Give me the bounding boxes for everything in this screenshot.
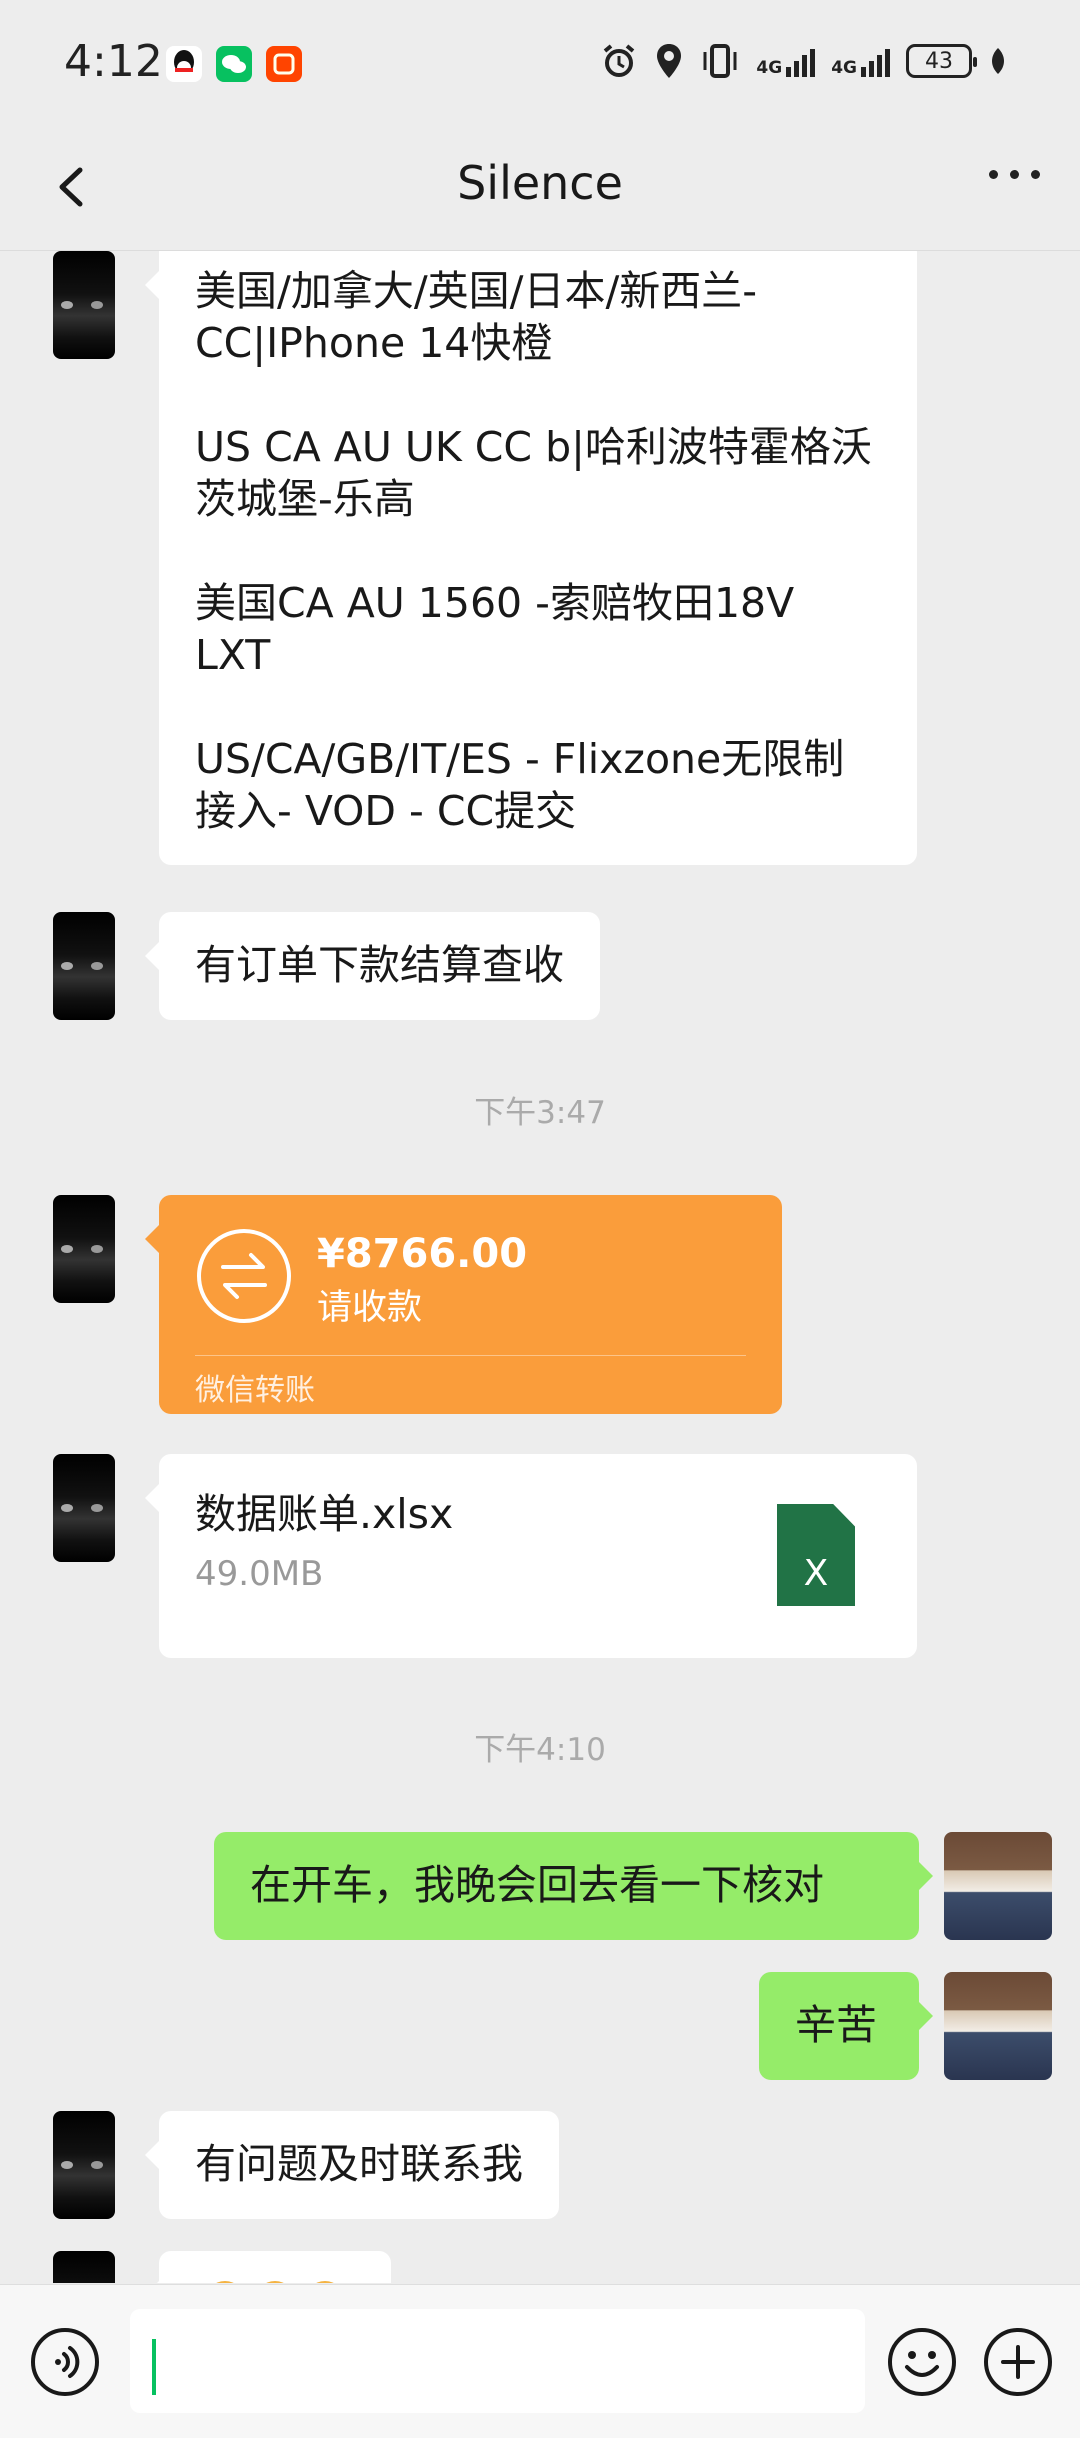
- location-icon: [657, 44, 682, 78]
- battery-icon: 43: [906, 44, 977, 78]
- my-avatar[interactable]: [944, 1972, 1052, 2080]
- message-bubble[interactable]: [145, 2251, 391, 2283]
- status-icons: 4G 4G 43: [600, 42, 1008, 80]
- message-text: 美国/加拿大/英国/日本/新西兰-CC|IPhone 14快橙: [195, 267, 758, 367]
- vibrate-icon: [703, 44, 737, 78]
- plus-icon: [984, 2328, 1052, 2396]
- signal-2: 4G: [831, 45, 890, 77]
- message-text: 美国CA AU 1560 -索赔牧田18V LXT: [195, 579, 795, 679]
- message-text: 辛苦: [795, 2001, 877, 2049]
- my-avatar[interactable]: [944, 1832, 1052, 1940]
- message-list[interactable]: 美国/加拿大/英国/日本/新西兰-CC|IPhone 14快橙 US CA AU…: [0, 251, 1080, 2283]
- timestamp: 下午3:47: [474, 1095, 606, 1131]
- input-bar: [0, 2284, 1080, 2438]
- contact-avatar[interactable]: [53, 912, 115, 1020]
- wechat-icon: [216, 46, 252, 82]
- emoji-icon: [305, 2281, 345, 2283]
- voice-icon: [31, 2328, 99, 2396]
- voice-button[interactable]: [30, 2327, 100, 2397]
- excel-file-icon: X: [777, 1504, 855, 1606]
- contact-avatar[interactable]: [53, 2251, 115, 2283]
- message-text: 有订单下款结算查收: [195, 941, 564, 989]
- chat-header: Silence: [0, 130, 1080, 250]
- transfer-arrows-icon: [197, 1229, 291, 1323]
- contact-avatar[interactable]: [53, 1454, 115, 1562]
- timestamp: 下午4:10: [474, 1732, 606, 1768]
- message-input[interactable]: [130, 2309, 865, 2413]
- file-size: 49.0MB: [195, 1554, 324, 1594]
- more-actions-button[interactable]: [983, 2327, 1053, 2397]
- smiley-icon: [888, 2328, 956, 2396]
- transfer-divider: [195, 1355, 746, 1356]
- status-bar: 4:12 4G 4G 43: [0, 0, 1080, 130]
- message-bubble[interactable]: 美国/加拿大/英国/日本/新西兰-CC|IPhone 14快橙 US CA AU…: [145, 251, 917, 865]
- dot-icon: [989, 170, 998, 179]
- file-card[interactable]: 数据账单.xlsx 49.0MB X: [145, 1454, 917, 1658]
- signal-1: 4G: [756, 45, 816, 77]
- text-caret: [152, 2339, 156, 2395]
- taobao-icon: [266, 46, 302, 82]
- qq-icon: [166, 46, 202, 82]
- chat-title: Silence: [457, 156, 623, 210]
- message-bubble[interactable]: 有订单下款结算查收: [145, 912, 600, 1020]
- dot-icon: [1031, 170, 1040, 179]
- contact-avatar[interactable]: [53, 251, 115, 359]
- transfer-card[interactable]: ¥8766.00 请收款 微信转账: [145, 1195, 782, 1414]
- leaf-icon: [992, 48, 1004, 74]
- message-text: 有问题及时联系我: [195, 2140, 523, 2188]
- transfer-amount: ¥8766.00: [317, 1231, 528, 1277]
- message-text: US CA AU UK CC b|哈利波特霍格沃茨城堡-乐高: [195, 423, 872, 523]
- message-text: US/CA/GB/IT/ES - Flixzone无限制接入- VOD - CC…: [195, 735, 845, 835]
- contact-avatar[interactable]: [53, 1195, 115, 1303]
- transfer-label: 微信转账: [195, 1373, 315, 1408]
- emoji-icon: [255, 2281, 295, 2283]
- more-button[interactable]: [989, 170, 1040, 179]
- file-name: 数据账单.xlsx: [195, 1490, 454, 1538]
- message-bubble-me[interactable]: 辛苦: [759, 1972, 933, 2080]
- contact-avatar[interactable]: [53, 2111, 115, 2219]
- emoji-button[interactable]: [887, 2327, 957, 2397]
- status-time: 4:12: [64, 36, 163, 87]
- message-bubble-me[interactable]: 在开车，我晚会回去看一下核对: [214, 1832, 933, 1940]
- alarm-icon: [604, 44, 635, 77]
- message-text: 在开车，我晚会回去看一下核对: [250, 1861, 824, 1909]
- dot-icon: [1010, 170, 1019, 179]
- emoji-icon: [205, 2281, 245, 2283]
- message-bubble[interactable]: 有问题及时联系我: [145, 2111, 559, 2219]
- transfer-status: 请收款: [317, 1288, 423, 1328]
